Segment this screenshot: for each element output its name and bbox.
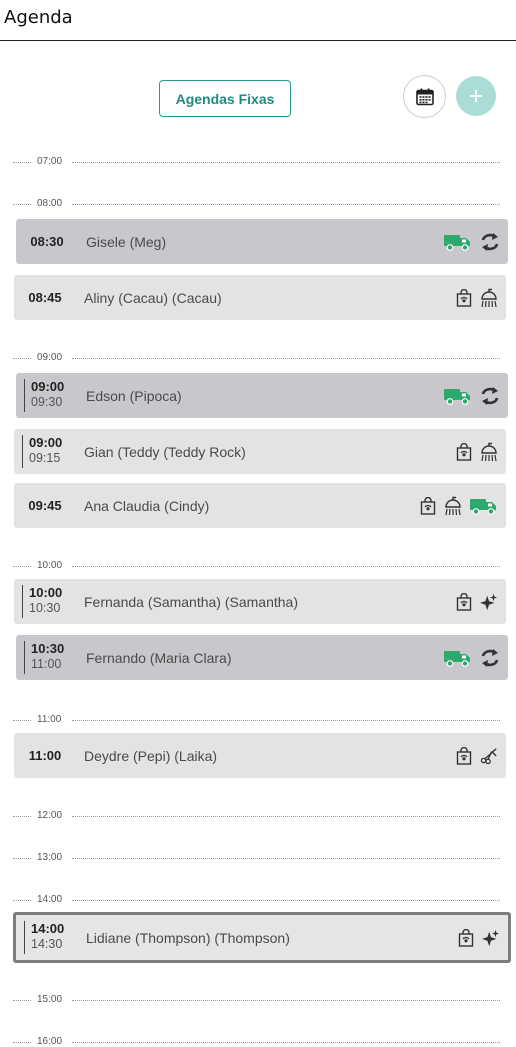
calendar-icon [415, 88, 434, 106]
appointment-end: 11:00 [31, 657, 62, 671]
pet-bag-icon [456, 593, 472, 611]
appointment-time-range: 10:00 10:30 [22, 585, 74, 618]
pet-bag-icon [420, 497, 436, 515]
hour-label: 16:00 [37, 1036, 63, 1047]
appointment-client: Edson (Pipoca) [86, 387, 182, 404]
appointment-end: 14:30 [31, 937, 63, 951]
truck-icon [444, 648, 472, 668]
truck-icon [444, 232, 472, 252]
scissors-icon [480, 747, 498, 765]
hour-label: 10:00 [37, 560, 63, 571]
hour-label: 12:00 [37, 810, 63, 821]
pet-bag-icon [458, 929, 474, 947]
hour-divider-14: 14:00 [0, 894, 516, 906]
repeat-icon [480, 386, 500, 406]
appointment-client: Fernando (Maria Clara) [86, 649, 232, 666]
hour-label: 15:00 [37, 994, 63, 1005]
sparkle-icon [480, 593, 498, 611]
appointment-card[interactable]: 11:00 Deydre (Pepi) (Laika) [14, 733, 506, 778]
repeat-icon [480, 648, 500, 668]
appointment-client: Aliny (Cacau) (Cacau) [84, 289, 222, 306]
appointment-time: 08:30 [30, 234, 64, 249]
calendar-button[interactable] [403, 75, 446, 118]
appointment-start: 14:00 [31, 921, 65, 936]
appointment-time-range: 10:30 11:00 [24, 641, 76, 674]
appointment-card[interactable]: 09:45 Ana Claudia (Cindy) [14, 483, 506, 528]
hour-divider-11: 11:00 [0, 714, 516, 726]
sparkle-icon [482, 929, 500, 947]
hour-label: 14:00 [37, 894, 63, 905]
pet-bag-icon [456, 443, 472, 461]
pet-bag-icon [456, 747, 472, 765]
appointment-card[interactable]: 08:45 Aliny (Cacau) (Cacau) [14, 275, 506, 320]
appointment-end: 09:15 [29, 451, 61, 465]
hour-divider-08: 08:00 [0, 198, 516, 210]
hour-divider-12: 12:00 [0, 810, 516, 822]
plus-icon [469, 89, 483, 103]
top-bar: Agenda [0, 0, 516, 41]
appointment-start: 10:30 [31, 641, 65, 656]
truck-icon [470, 496, 498, 516]
hour-label: 13:00 [37, 852, 63, 863]
appointment-time: 09:45 [28, 498, 62, 513]
appointment-time: 08:45 [28, 290, 62, 305]
hour-divider-10: 10:00 [0, 560, 516, 572]
appointment-client: Gisele (Meg) [86, 233, 167, 250]
appointment-client: Fernanda (Samantha) (Samantha) [84, 593, 298, 610]
hour-divider-15: 15:00 [0, 994, 516, 1006]
appointment-client: Gian (Teddy (Teddy Rock) [84, 443, 246, 460]
appointment-client: Deydre (Pepi) (Laika) [84, 747, 218, 764]
repeat-icon [480, 232, 500, 252]
appointment-end: 09:30 [31, 395, 63, 409]
appointment-card[interactable]: 10:30 11:00 Fernando (Maria Clara) [16, 635, 508, 680]
appointment-time-range: 09:00 09:15 [22, 435, 74, 468]
appointment-client: Lidiane (Thompson) (Thompson) [86, 929, 290, 946]
appointment-client: Ana Claudia (Cindy) [84, 497, 210, 514]
add-appointment-button[interactable] [456, 76, 496, 116]
hour-label: 09:00 [37, 352, 63, 363]
fixed-agendas-button[interactable]: Agendas Fixas [159, 80, 291, 117]
truck-icon [444, 386, 472, 406]
appointment-time-range: 14:00 14:30 [24, 921, 76, 954]
appointment-card[interactable]: 08:30 Gisele (Meg) [16, 219, 508, 264]
appointment-card[interactable]: 09:00 09:30 Edson (Pipoca) [16, 373, 508, 418]
hour-divider-16: 16:00 [0, 1036, 516, 1047]
appointment-time-range: 09:00 09:30 [24, 379, 76, 412]
hour-label: 11:00 [37, 714, 62, 725]
appointment-card-selected[interactable]: 14:00 14:30 Lidiane (Thompson) (Thompson… [13, 912, 511, 963]
shower-icon [444, 496, 462, 516]
appointment-start: 09:00 [31, 379, 65, 394]
appointment-card[interactable]: 09:00 09:15 Gian (Teddy (Teddy Rock) [14, 429, 506, 474]
appointment-start: 09:00 [29, 435, 63, 450]
pet-bag-icon [456, 289, 472, 307]
hour-label: 07:00 [37, 156, 63, 167]
appointment-start: 10:00 [29, 585, 63, 600]
hour-divider-13: 13:00 [0, 852, 516, 864]
hour-divider-09: 09:00 [0, 352, 516, 364]
shower-icon [480, 288, 498, 308]
appointment-card[interactable]: 10:00 10:30 Fernanda (Samantha) (Samanth… [14, 579, 506, 624]
appointment-end: 10:30 [29, 601, 61, 615]
appointment-time: 11:00 [28, 748, 62, 763]
page-title: Agenda [4, 7, 73, 28]
agenda-screen: Agenda Agendas Fixas 07:00 08:00 09:00 1… [0, 0, 516, 1047]
hour-label: 08:00 [37, 198, 63, 209]
shower-icon [480, 442, 498, 462]
hour-divider-07: 07:00 [0, 156, 516, 168]
